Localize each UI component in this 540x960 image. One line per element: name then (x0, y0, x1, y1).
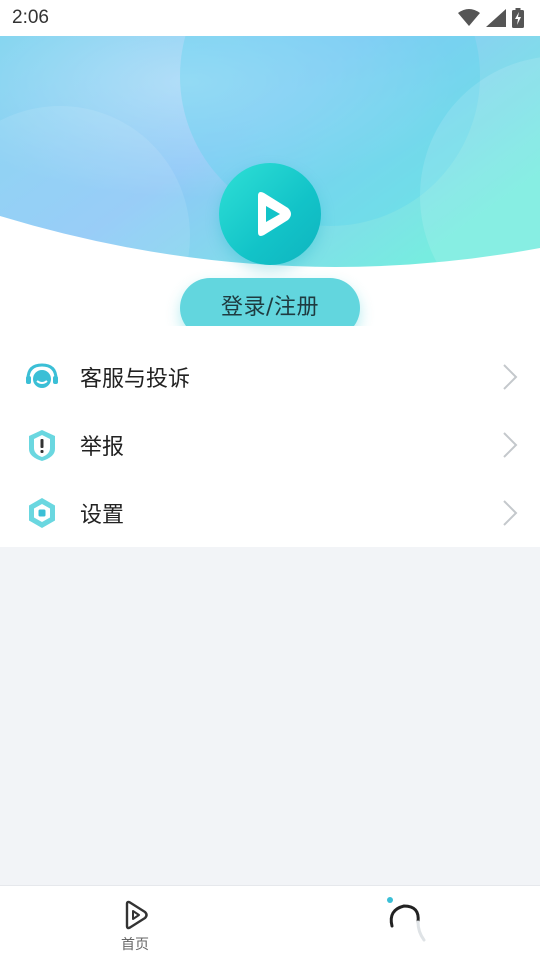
report-shield-icon (24, 427, 60, 463)
menu-item-label: 客服与投诉 (80, 367, 191, 392)
nav-home-label: 首页 (121, 937, 149, 953)
status-time: 2:06 (12, 7, 49, 28)
signal-icon (486, 9, 506, 27)
profile-header: 登录/注册 (0, 36, 540, 326)
profile-screen: 2:06 登录/注册 客服与投诉 举报 设置 首页 (0, 0, 540, 960)
headset-icon (24, 359, 60, 395)
status-bar: 2:06 (0, 0, 540, 36)
menu-item-customer-service[interactable]: 客服与投诉 (0, 343, 540, 411)
profile-arc-icon (387, 897, 426, 942)
play-outline-icon (125, 900, 148, 930)
battery-charging-icon (512, 8, 524, 28)
bottom-navigation: 首页 (0, 885, 540, 960)
nav-tab-mine[interactable] (384, 896, 428, 946)
settings-hexagon-icon (24, 495, 60, 531)
nav-tab-home[interactable]: 首页 (105, 898, 165, 958)
status-icons (458, 8, 524, 28)
menu-list: 客服与投诉 举报 设置 (0, 326, 540, 547)
menu-item-label: 举报 (80, 435, 125, 460)
chevron-right-icon (503, 500, 518, 526)
menu-item-label: 设置 (80, 503, 125, 528)
chevron-right-icon (503, 432, 518, 458)
login-register-button[interactable]: 登录/注册 (180, 278, 360, 326)
chevron-right-icon (503, 364, 518, 390)
menu-item-report[interactable]: 举报 (0, 411, 540, 479)
play-icon (258, 192, 291, 236)
wifi-icon (458, 9, 480, 26)
app-logo (219, 163, 321, 265)
menu-item-settings[interactable]: 设置 (0, 479, 540, 547)
